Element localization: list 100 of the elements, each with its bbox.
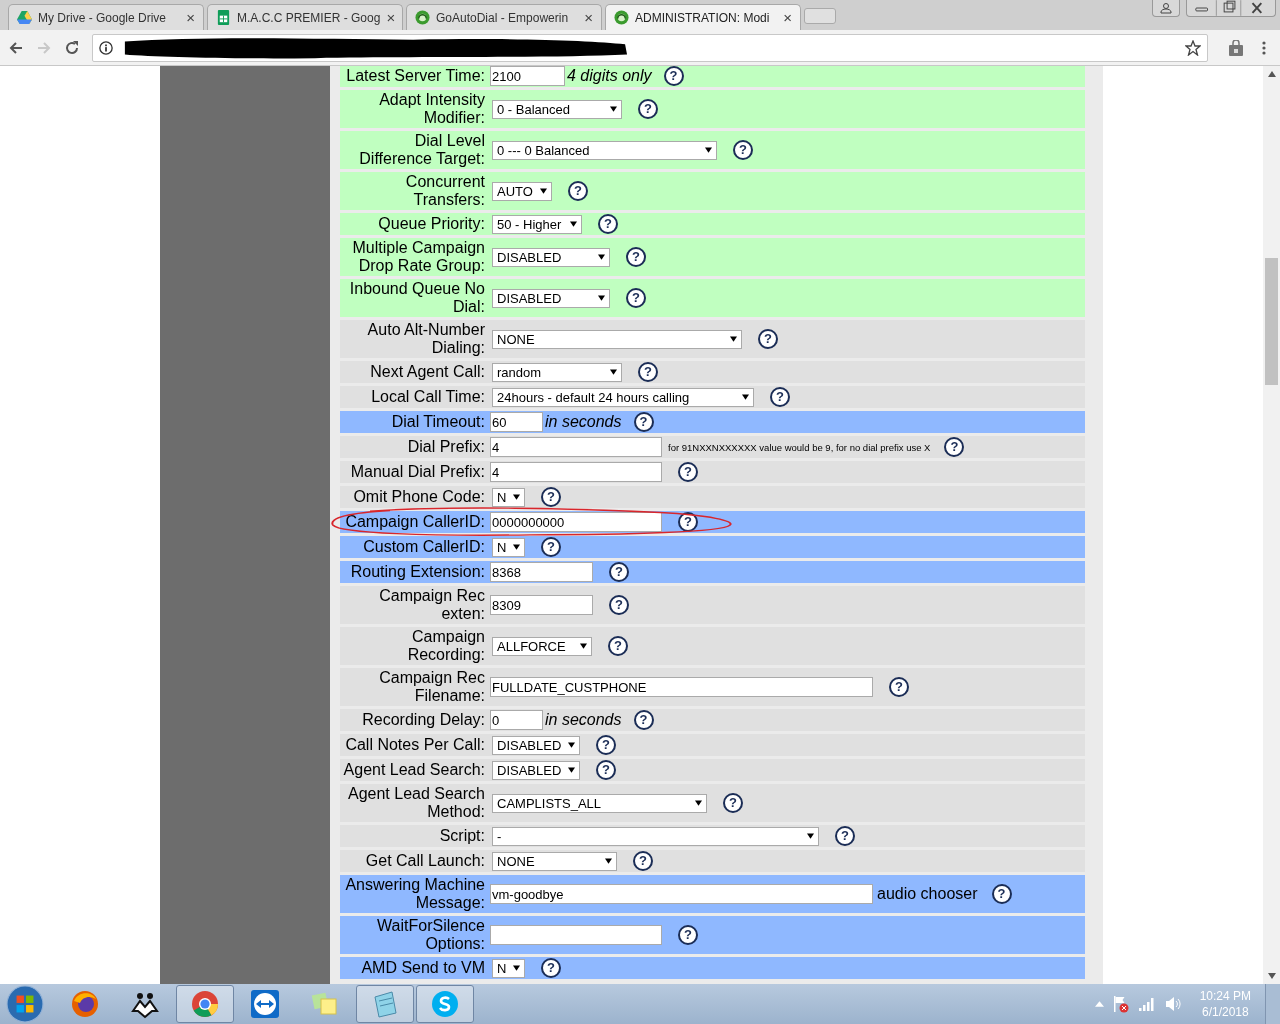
field-hint: in seconds [545, 711, 622, 729]
field-label: AMD Send to VM [360, 958, 486, 978]
dropdown[interactable]: N [492, 537, 525, 557]
text-field[interactable]: 0000000000 [490, 512, 662, 532]
help-button[interactable]: ? [889, 677, 909, 697]
dropdown[interactable]: 24hours - default 24 hours calling [492, 387, 754, 407]
help-button[interactable]: ? [568, 181, 588, 201]
dropdown[interactable]: 50 - Higher [492, 214, 582, 234]
text-field[interactable]: 8368 [490, 562, 593, 582]
back-icon[interactable] [8, 39, 24, 56]
help-button[interactable]: ? [626, 247, 646, 267]
dropdown[interactable]: DISABLED [492, 288, 610, 308]
help-button[interactable]: ? [598, 214, 618, 234]
help-button[interactable]: ? [758, 329, 778, 349]
text-field[interactable] [490, 925, 662, 945]
help-button[interactable]: ? [608, 636, 628, 656]
tab-close-button[interactable]: × [186, 9, 195, 26]
field-label: Agent Lead Search Method: [347, 784, 486, 822]
user-icon[interactable] [1152, 0, 1180, 17]
field-label: Recording Delay: [361, 710, 486, 730]
dropdown[interactable]: CAMPLISTS_ALL [492, 793, 707, 813]
dropdown[interactable]: DISABLED [492, 760, 580, 780]
text-field[interactable]: 0 [490, 710, 543, 730]
scroll-up-icon[interactable] [1267, 71, 1276, 77]
dropdown[interactable]: DISABLED [492, 247, 610, 267]
text-field[interactable]: 4 [490, 437, 662, 457]
dropdown[interactable]: ALLFORCE [492, 636, 592, 656]
caret-icon [598, 254, 605, 260]
text-field[interactable]: FULLDATE_CUSTPHONE [490, 677, 873, 697]
field-label: Answering Machine Message: [344, 875, 486, 913]
help-button[interactable]: ? [541, 958, 561, 978]
field-label: Latest Server Time: [345, 66, 486, 86]
browser-tab[interactable]: My Drive - Google Drive × [8, 4, 204, 30]
help-button[interactable]: ? [609, 562, 629, 582]
dropdown[interactable]: AUTO [492, 181, 552, 201]
browser-tab[interactable]: GoAutoDial - Empowerin × [406, 4, 602, 30]
address-bar[interactable] [92, 33, 1208, 62]
caret-icon [610, 106, 617, 112]
caret-icon [513, 965, 520, 971]
help-button[interactable]: ? [596, 735, 616, 755]
browser-tab[interactable]: ADMINISTRATION: Modi × [605, 4, 801, 30]
dropdown[interactable]: 0 - Balanced [492, 99, 622, 119]
help-button[interactable]: ? [944, 437, 965, 457]
scrollbar[interactable] [1263, 66, 1280, 984]
text-field[interactable]: 2100 [490, 66, 565, 86]
text-field[interactable]: vm-goodbye [490, 884, 873, 904]
window-controls[interactable] [1186, 0, 1276, 17]
text-field[interactable]: 60 [490, 412, 543, 432]
field-label: Manual Dial Prefix: [349, 462, 486, 482]
caret-icon [705, 147, 712, 153]
help-button[interactable]: ? [541, 487, 561, 507]
dropdown[interactable]: random [492, 362, 622, 382]
dropdown[interactable]: NONE [492, 329, 742, 349]
help-button[interactable]: ? [626, 288, 646, 308]
caret-icon [605, 858, 612, 864]
help-button[interactable]: ? [633, 710, 654, 730]
browser-tab[interactable]: M.A.C.C PREMIER - Goog × [207, 4, 403, 30]
help-button[interactable]: ? [633, 412, 654, 432]
dropdown[interactable]: N [492, 487, 525, 507]
help-button[interactable]: ? [733, 140, 753, 160]
info-icon[interactable] [99, 40, 113, 55]
help-button[interactable]: ? [541, 537, 561, 557]
help-button[interactable]: ? [678, 462, 698, 482]
tab-close-button[interactable]: × [386, 9, 396, 26]
field-label: Routing Extension: [349, 562, 486, 582]
fox-globe-icon [70, 989, 100, 1019]
help-button[interactable]: ? [633, 851, 653, 871]
tab-close-button[interactable]: × [783, 9, 792, 26]
dropdown[interactable]: NONE [492, 851, 617, 871]
help-button[interactable]: ? [638, 99, 658, 119]
field-label: Multiple Campaign Drop Rate Group: [351, 238, 486, 276]
start-button[interactable] [6, 985, 44, 1023]
help-button[interactable]: ? [678, 925, 698, 945]
help-button[interactable]: ? [596, 760, 616, 780]
tab-close-button[interactable]: × [584, 9, 593, 26]
bookmark-star-icon[interactable] [1185, 39, 1201, 56]
caret-icon [610, 369, 617, 375]
help-button[interactable]: ? [835, 826, 855, 846]
tab-title: GoAutoDial - Empowerin [436, 10, 570, 25]
dropdown[interactable]: DISABLED [492, 735, 580, 755]
help-button[interactable]: ? [723, 793, 743, 813]
help-button[interactable]: ? [609, 595, 629, 615]
caret-icon [540, 188, 547, 194]
help-button[interactable]: ? [638, 362, 658, 382]
text-field[interactable]: 8309 [490, 595, 593, 615]
caret-icon [807, 833, 814, 839]
scroll-thumb[interactable] [1265, 258, 1278, 385]
help-button[interactable]: ? [663, 66, 684, 86]
flag-warning-icon[interactable] [1111, 995, 1130, 1013]
field-label: Script: [438, 826, 486, 846]
dropdown[interactable]: - [492, 826, 819, 846]
dropdown[interactable]: N [492, 958, 525, 978]
menu-icon[interactable] [1262, 39, 1266, 56]
help-button[interactable]: ? [770, 387, 790, 407]
dropdown[interactable]: 0 --- 0 Balanced [492, 140, 717, 160]
shopping-bag-icon[interactable] [1228, 39, 1244, 56]
scroll-down-icon[interactable] [1267, 973, 1276, 979]
help-button[interactable]: ? [991, 884, 1012, 904]
reload-icon[interactable] [64, 39, 80, 56]
text-field[interactable]: 4 [490, 462, 662, 482]
